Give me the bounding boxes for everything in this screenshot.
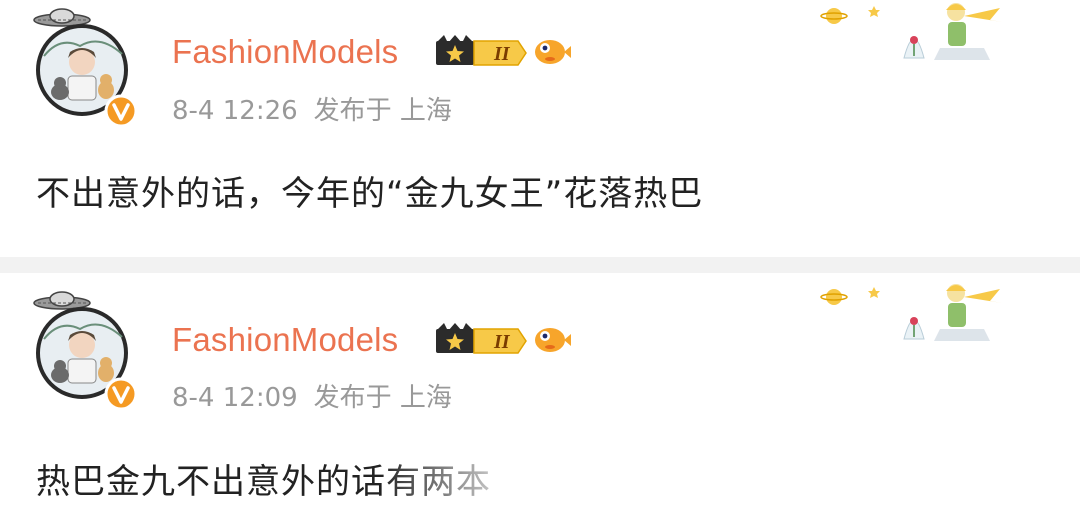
ufo-icon xyxy=(33,8,91,27)
little-prince-decoration xyxy=(814,0,1004,70)
post-separator xyxy=(0,257,1080,273)
level-badge: II xyxy=(473,40,527,66)
crown-icon: II xyxy=(436,35,527,66)
verified-v-icon xyxy=(104,94,138,128)
level-text: II xyxy=(493,43,511,65)
content-fade-overlay xyxy=(380,455,1080,515)
crown-icon: II xyxy=(436,323,527,354)
verified-v-icon xyxy=(104,377,138,411)
post-time[interactable]: 8-4 12:26 xyxy=(172,96,298,126)
post-time[interactable]: 8-4 12:09 xyxy=(172,383,298,413)
username[interactable]: FashionModels xyxy=(172,33,398,71)
avatar[interactable] xyxy=(30,289,140,411)
post-card[interactable]: FashionModels II 8-4 12:09 发布于 上海 热巴金九不出… xyxy=(0,273,1080,518)
username[interactable]: FashionModels xyxy=(172,321,398,359)
pufferfish-icon xyxy=(535,328,571,352)
post-card[interactable]: FashionModels II 8-4 12:26 发布于 上海 不出意外的话… xyxy=(0,0,1080,257)
little-prince-decoration xyxy=(814,281,1004,351)
ufo-icon xyxy=(33,291,91,310)
user-badges[interactable]: II xyxy=(434,32,572,72)
pufferfish-icon xyxy=(535,40,571,64)
post-content: 不出意外的话，今年的“金九女王”花落热巴 xyxy=(36,174,704,214)
post-meta: 8-4 12:09 发布于 上海 xyxy=(172,377,452,414)
post-meta: 8-4 12:26 发布于 上海 xyxy=(172,90,452,127)
post-location: 发布于 上海 xyxy=(313,96,452,126)
user-badges[interactable]: II xyxy=(434,320,572,360)
post-location: 发布于 上海 xyxy=(313,383,452,413)
level-badge: II xyxy=(473,328,527,354)
avatar[interactable] xyxy=(30,6,140,128)
level-text: II xyxy=(493,331,511,353)
